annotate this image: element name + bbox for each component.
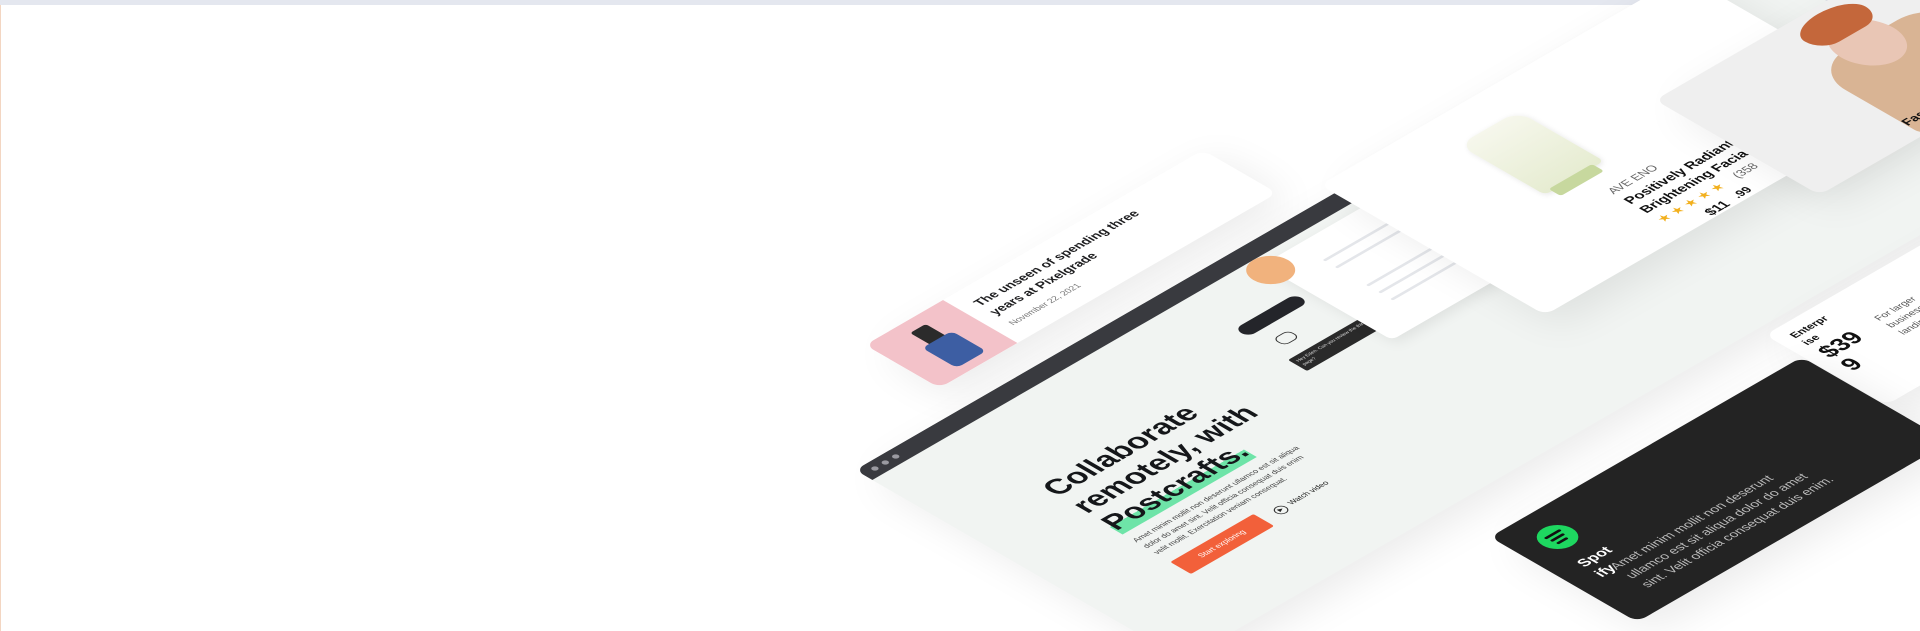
watch-video-label: Watch video — [1285, 479, 1332, 506]
spotify-body-line2: ullamco est sit aliqua dolor do amet — [1621, 471, 1812, 581]
heart-icon[interactable]: ♡ — [1665, 0, 1691, 3]
isometric-showcase: The unseen of spending three years at Pi… — [0, 0, 1920, 631]
play-icon: ▶ — [1270, 504, 1292, 516]
chat-icon[interactable] — [1272, 330, 1301, 346]
plan-price-line2: 9 — [1834, 354, 1870, 375]
product-tube-image — [1458, 111, 1605, 196]
window-dot — [869, 465, 881, 472]
tube-cap — [1548, 164, 1605, 196]
window-dot — [880, 459, 891, 466]
window-dot — [890, 453, 901, 460]
toolbar-pill[interactable] — [1234, 294, 1309, 337]
spotify-logo-icon — [1528, 520, 1587, 554]
